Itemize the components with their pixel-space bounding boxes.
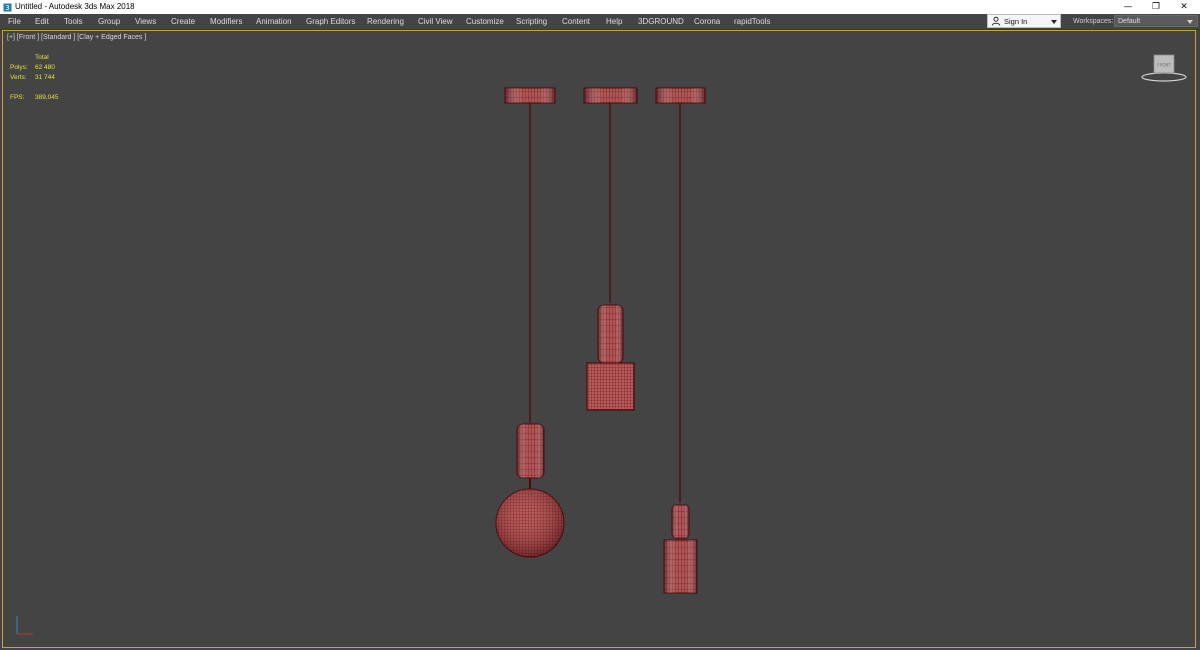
pendant-lamp-cube[interactable] xyxy=(583,87,638,411)
cube-shade[interactable] xyxy=(586,362,635,411)
menu-tools[interactable]: Tools xyxy=(64,14,83,29)
workspaces-label: Workspaces: xyxy=(1073,18,1114,25)
workspaces-value: Default xyxy=(1118,18,1141,25)
menu-file[interactable]: File xyxy=(8,14,21,29)
ceiling-canopy[interactable] xyxy=(655,87,706,104)
app-icon[interactable]: 3 xyxy=(3,3,12,12)
menu-create[interactable]: Create xyxy=(171,14,195,29)
window-title: Untitled - Autodesk 3ds Max 2018 xyxy=(15,2,135,11)
menu-edit[interactable]: Edit xyxy=(35,14,49,29)
viewcube-icon[interactable]: FRONT xyxy=(1141,51,1187,83)
user-icon xyxy=(991,16,1001,26)
restore-icon[interactable]: ❐ xyxy=(1142,0,1170,14)
menu-rendering[interactable]: Rendering xyxy=(367,14,404,29)
menu-bar: File Edit Tools Group Views Create Modif… xyxy=(0,14,1200,30)
menu-rapidtools[interactable]: rapidTools xyxy=(734,14,770,29)
scene-canvas[interactable] xyxy=(3,31,1195,647)
lamp-socket[interactable] xyxy=(671,504,690,539)
viewcube-face-label: FRONT xyxy=(1157,63,1171,68)
menu-corona[interactable]: Corona xyxy=(694,14,720,29)
menu-civil-view[interactable]: Civil View xyxy=(418,14,453,29)
menu-help[interactable]: Help xyxy=(606,14,622,29)
sphere-shade[interactable] xyxy=(495,488,565,558)
ceiling-canopy[interactable] xyxy=(504,87,556,104)
menu-animation[interactable]: Animation xyxy=(256,14,292,29)
close-icon[interactable]: ✕ xyxy=(1170,0,1198,14)
sign-in-dropdown[interactable]: Sign In xyxy=(987,14,1061,28)
chevron-down-icon xyxy=(1051,20,1057,24)
lamp-socket[interactable] xyxy=(597,304,624,364)
title-bar: 3 Untitled - Autodesk 3ds Max 2018 xyxy=(0,0,1200,14)
menu-modifiers[interactable]: Modifiers xyxy=(210,14,242,29)
pendant-lamp-cylinder[interactable] xyxy=(655,87,706,594)
lamp-socket[interactable] xyxy=(516,423,545,489)
front-viewport[interactable]: [+] [Front ] [Standard ] [Clay + Edged F… xyxy=(2,30,1196,648)
pendant-lamp-sphere[interactable] xyxy=(495,87,565,558)
menu-scripting[interactable]: Scripting xyxy=(516,14,547,29)
menu-3dground[interactable]: 3DGROUND xyxy=(638,14,684,29)
menu-views[interactable]: Views xyxy=(135,14,156,29)
cylinder-shade[interactable] xyxy=(663,539,698,594)
minimize-icon[interactable]: — xyxy=(1114,0,1142,14)
workspaces-select[interactable]: Default xyxy=(1114,15,1198,27)
svg-text:3: 3 xyxy=(5,4,9,12)
chevron-down-icon xyxy=(1187,20,1193,24)
sign-in-label: Sign In xyxy=(1004,16,1028,26)
menu-graph-editors[interactable]: Graph Editors xyxy=(306,14,355,29)
axis-tripod-icon xyxy=(16,616,33,635)
menu-group[interactable]: Group xyxy=(98,14,120,29)
menu-customize[interactable]: Customize xyxy=(466,14,504,29)
menu-content[interactable]: Content xyxy=(562,14,590,29)
ceiling-canopy[interactable] xyxy=(583,87,638,104)
